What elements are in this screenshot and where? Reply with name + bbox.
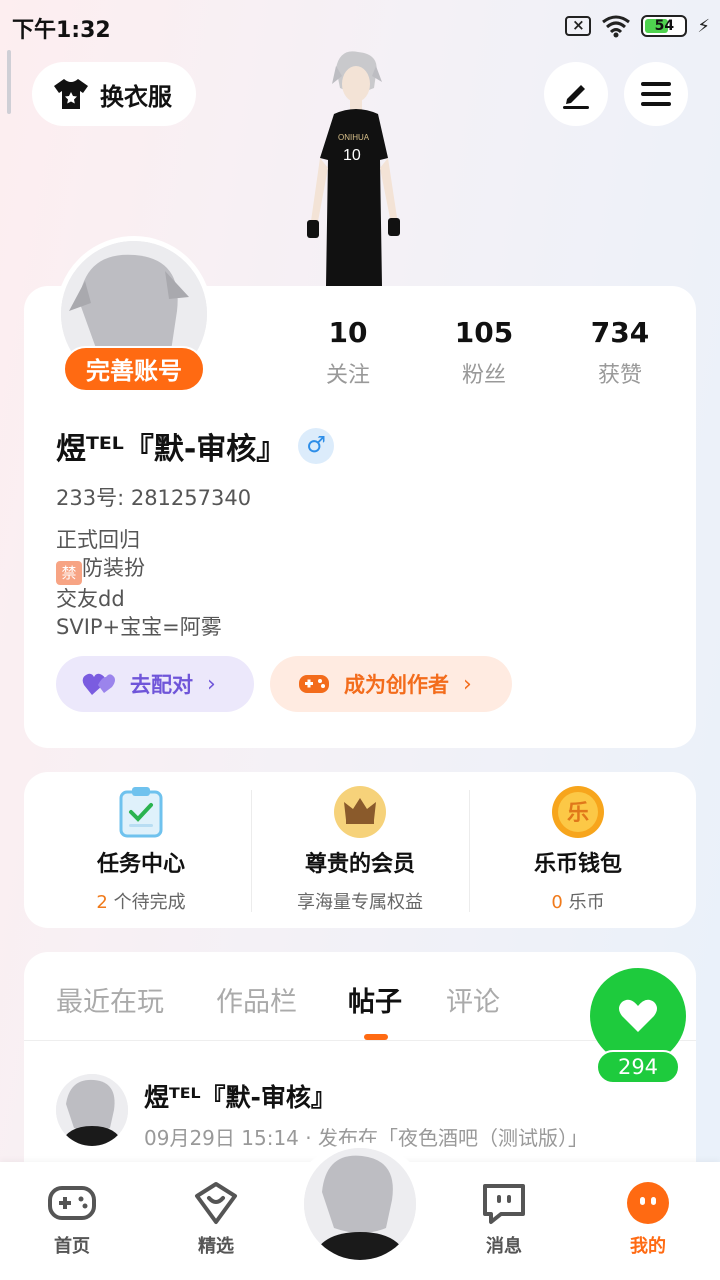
bio-line: 正式回归 xyxy=(56,528,140,552)
nav-featured-label: 精选 xyxy=(198,1236,234,1257)
tab-recent-played[interactable]: 最近在玩 xyxy=(56,980,164,1019)
bio-line: 交友dd xyxy=(56,587,125,611)
like-count: 294 xyxy=(596,1050,680,1084)
stat-likes[interactable]: 734 获赞 xyxy=(550,316,690,389)
post-author-name[interactable]: 煜ᵀᴱᴸ『默-审核』 xyxy=(144,1078,336,1114)
svg-text:10: 10 xyxy=(343,147,361,164)
avatar-image xyxy=(304,1148,416,1260)
nav-profile-label: 我的 xyxy=(630,1236,666,1257)
shirt-icon xyxy=(54,79,88,109)
nav-home[interactable]: 首页 xyxy=(22,1180,122,1258)
avatar-figure[interactable]: 10 ONIHUA xyxy=(296,48,412,286)
task-center[interactable]: 任务中心 2 个待完成 xyxy=(32,784,250,914)
menu-button[interactable] xyxy=(624,62,688,126)
followers-count: 105 xyxy=(454,316,514,349)
status-bar: 下午1:32 × 54 ⚡ xyxy=(0,0,720,50)
status-time: 下午1:32 xyxy=(12,18,111,43)
battery-level: 54 xyxy=(654,18,675,34)
edit-button[interactable] xyxy=(544,62,608,126)
likes-count: 734 xyxy=(590,316,650,349)
vip-sub: 享海量专属权益 xyxy=(297,892,423,913)
tab-posts[interactable]: 帖子 xyxy=(348,980,402,1019)
wallet-sub: 0 乐币 xyxy=(469,888,687,914)
tab-works[interactable]: 作品栏 xyxy=(216,980,297,1019)
double-heart-icon xyxy=(82,673,115,695)
vip-membership[interactable]: 尊贵的会员 享海量专属权益 xyxy=(251,784,469,914)
stat-following[interactable]: 10 关注 xyxy=(278,316,418,389)
coin-char: 乐 xyxy=(567,801,589,826)
chat-icon xyxy=(483,1184,525,1224)
nav-profile[interactable]: 我的 xyxy=(598,1180,698,1258)
change-outfit-button[interactable]: 换衣服 xyxy=(32,62,196,126)
bio-line: SVIP+宝宝=阿雾 xyxy=(56,615,222,639)
gamepad-icon xyxy=(299,675,329,693)
bio-line: 禁防装扮 xyxy=(56,554,222,585)
following-label: 关注 xyxy=(325,363,370,388)
stat-followers[interactable]: 105 粉丝 xyxy=(414,316,554,389)
match-label: 去配对 xyxy=(130,673,193,697)
coin-icon: 乐 xyxy=(552,786,604,838)
heart-icon xyxy=(619,999,657,1032)
nav-messages-label: 消息 xyxy=(486,1236,522,1257)
no-sim-icon: × xyxy=(565,16,592,36)
tab-comments[interactable]: 评论 xyxy=(446,980,500,1019)
wifi-icon xyxy=(602,15,631,38)
nav-messages[interactable]: 消息 xyxy=(454,1180,554,1258)
charging-icon: ⚡ xyxy=(697,15,710,37)
username: 煜ᵀᴱᴸ『默-审核』 xyxy=(56,432,287,467)
become-creator-label: 成为创作者 xyxy=(344,673,449,697)
coin-wallet[interactable]: 乐 乐币钱包 0 乐币 xyxy=(469,784,687,914)
likes-label: 获赞 xyxy=(597,363,642,388)
task-pending-label: 个待完成 xyxy=(107,892,186,913)
clipboard-check-icon xyxy=(119,787,163,838)
pen-icon xyxy=(563,85,589,109)
ban-icon: 禁 xyxy=(56,561,82,585)
male-gender-icon: ♂ xyxy=(298,428,335,464)
post-author-avatar[interactable] xyxy=(56,1074,128,1146)
status-icons: × 54 ⚡ xyxy=(565,12,710,40)
edge-handle[interactable] xyxy=(7,50,11,114)
task-center-title: 任务中心 xyxy=(96,852,185,877)
profile-face-icon xyxy=(627,1182,669,1224)
user-id[interactable]: 233号: 281257340 xyxy=(56,482,251,512)
match-button[interactable]: 去配对 › xyxy=(56,656,254,712)
bio: 正式回归 禁防装扮 交友dd SVIP+宝宝=阿雾 xyxy=(56,526,222,641)
followers-label: 粉丝 xyxy=(461,363,506,388)
menu-icon xyxy=(641,82,671,106)
center-avatar-button[interactable] xyxy=(304,1148,416,1260)
nav-featured[interactable]: 精选 xyxy=(166,1180,266,1258)
complete-account-button[interactable]: 完善账号 xyxy=(63,346,205,392)
bio-line-text: 防装扮 xyxy=(82,556,145,580)
task-center-sub: 2 个待完成 xyxy=(32,888,250,914)
coin-balance: 0 xyxy=(551,892,563,913)
task-pending-count: 2 xyxy=(96,892,108,913)
change-outfit-label: 换衣服 xyxy=(100,82,172,111)
heart-box-icon xyxy=(195,1182,237,1224)
avatar-image xyxy=(56,1074,128,1146)
divider xyxy=(24,1040,696,1041)
vip-title: 尊贵的会员 xyxy=(304,852,415,877)
become-creator-button[interactable]: 成为创作者 › xyxy=(270,656,512,712)
svg-text:ONIHUA: ONIHUA xyxy=(338,133,370,142)
gamepad-icon xyxy=(48,1186,96,1220)
crown-icon xyxy=(334,786,386,838)
following-count: 10 xyxy=(328,316,368,349)
nav-home-label: 首页 xyxy=(54,1236,90,1257)
chevron-right-icon: › xyxy=(207,671,216,697)
chevron-right-icon: › xyxy=(463,671,472,697)
username-row: 煜ᵀᴱᴸ『默-审核』 ♂ xyxy=(56,424,335,468)
wallet-title: 乐币钱包 xyxy=(533,852,622,877)
coin-unit: 乐币 xyxy=(562,892,605,913)
battery-icon: 54 xyxy=(641,15,688,37)
